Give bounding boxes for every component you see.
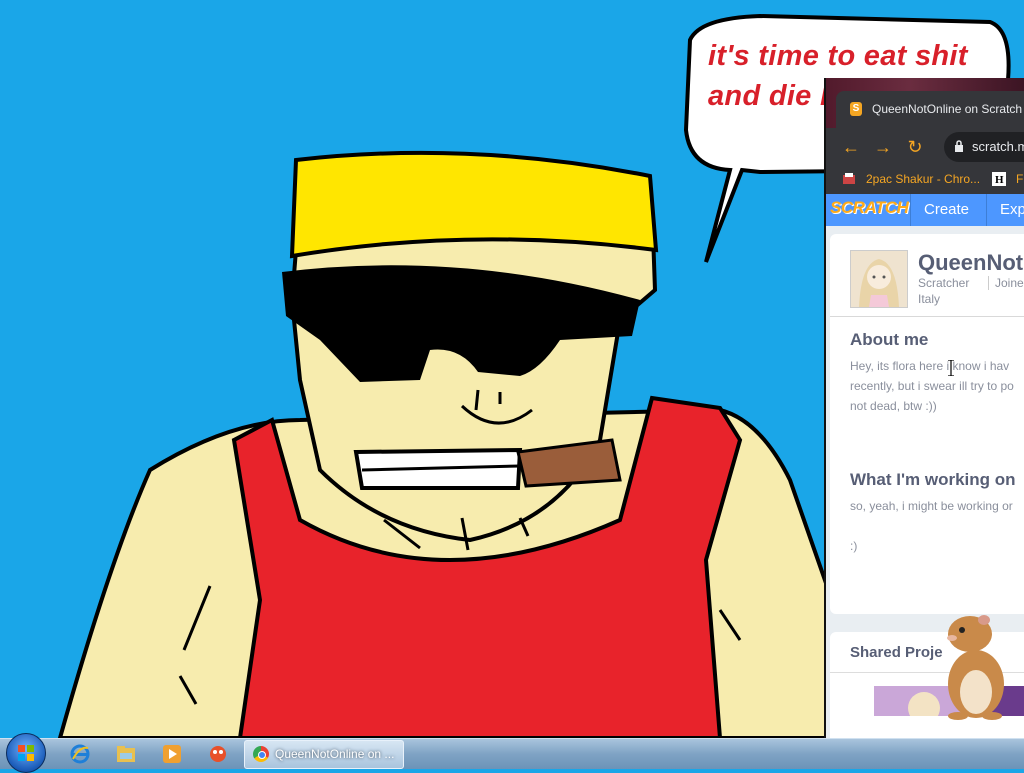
scratch-favicon-icon: S — [850, 102, 862, 116]
lock-icon — [955, 140, 963, 152]
back-arrow-icon[interactable]: ← — [840, 136, 862, 158]
bookmark-2pac[interactable]: 2pac Shakur - Chro... — [866, 172, 980, 186]
profile-username: QueenNotC — [918, 250, 1024, 275]
browser-toolbar: ← → ↻ scratch.m — [826, 128, 1024, 166]
history-h-icon: H — [992, 172, 1006, 186]
hamster-desktop-pet-icon[interactable] — [940, 612, 1010, 722]
start-button[interactable] — [6, 733, 46, 773]
profile-role: Scratcher — [918, 276, 970, 290]
scratch-navbar: SCRATCH Create Exp — [826, 194, 1024, 226]
nav-create-link[interactable]: Create — [924, 201, 969, 218]
avatar-image — [851, 251, 907, 307]
url-text: scratch.m — [972, 139, 1024, 154]
working-on-text[interactable]: so, yeah, i might be working or :) — [850, 496, 1013, 556]
nav-explore-link[interactable]: Exp — [1000, 201, 1024, 218]
internet-explorer-icon[interactable] — [64, 742, 96, 766]
nav-divider — [910, 194, 911, 226]
about-me-text[interactable]: Hey, its flora here i know i hav recentl… — [850, 356, 1014, 416]
forward-arrow-icon[interactable]: → — [872, 136, 894, 158]
taskbar-chrome-button[interactable]: QueenNotOnline on ... — [244, 740, 404, 769]
bookmarks-bar: 2pac Shakur - Chro... H FU — [826, 166, 1024, 195]
svg-text:H: H — [995, 174, 1004, 186]
file-explorer-icon[interactable] — [110, 742, 142, 766]
media-player-icon[interactable] — [156, 742, 188, 766]
chrome-icon — [253, 746, 269, 762]
profile-header: QueenNotC Scratcher Joined Italy — [830, 234, 1024, 317]
browser-tab[interactable]: S QueenNotOnline on Scratch — [836, 91, 1024, 128]
avatar[interactable] — [850, 250, 908, 308]
bookmark-favicon-icon — [843, 173, 855, 184]
app-icon[interactable] — [202, 742, 234, 766]
tab-strip: S QueenNotOnline on Scratch — [826, 78, 1024, 128]
profile-card: QueenNotC Scratcher Joined Italy About m… — [830, 234, 1024, 614]
taskbar: QueenNotOnline on ... — [0, 733, 1024, 773]
bookmark-fu[interactable]: FU — [1016, 172, 1024, 186]
nav-divider — [986, 194, 987, 226]
scratch-logo[interactable]: SCRATCH — [830, 198, 909, 218]
profile-country: Italy — [918, 292, 941, 306]
shared-projects-heading: Shared Proje — [850, 644, 943, 661]
text-cursor-icon — [948, 360, 954, 376]
about-me-heading: About me — [850, 330, 929, 349]
tab-title: QueenNotOnline on Scratch — [872, 102, 1023, 116]
address-bar[interactable]: scratch.m — [944, 132, 1024, 162]
profile-joined: Joined — [988, 276, 1024, 290]
windows-logo-icon — [18, 745, 34, 761]
taskbar-chrome-label: QueenNotOnline on ... — [275, 747, 395, 761]
reload-icon[interactable]: ↻ — [904, 136, 926, 158]
working-on-heading: What I'm working on — [850, 470, 1016, 489]
